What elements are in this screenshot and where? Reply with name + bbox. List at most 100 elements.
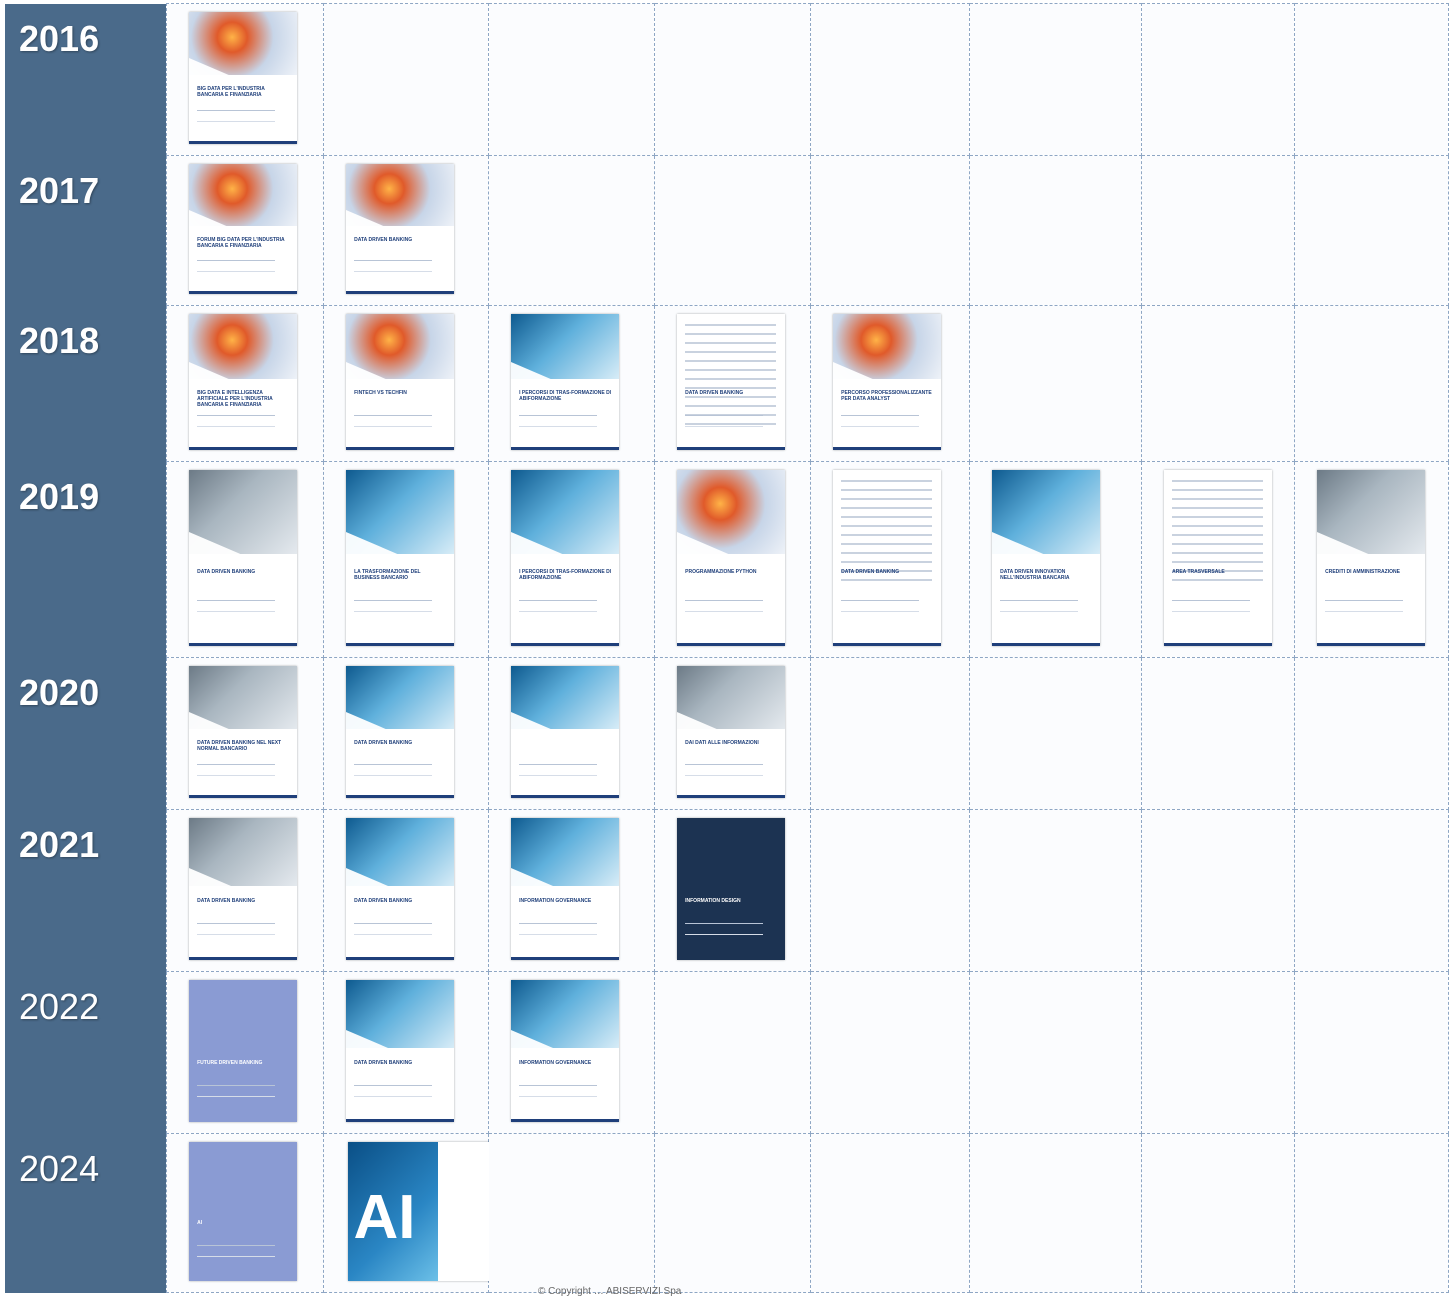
cover-text-lines bbox=[354, 923, 432, 936]
cover-cell bbox=[809, 3, 970, 156]
brochure-cover[interactable]: LA TRASFORMAZIONE DEL BUSINESS BANCARIO bbox=[345, 470, 454, 646]
brochure-cover[interactable]: I percorsi di Tras-Formazione di ABIForm… bbox=[510, 470, 619, 646]
cover-title: BIG DATA PER L'INDUSTRIA BANCARIA E FINA… bbox=[197, 85, 265, 98]
cover-cell: FORUM BIG DATA PER L'INDUSTRIA BANCARIA … bbox=[165, 155, 324, 306]
brochure-cover[interactable]: DATA DRIVEN BANKING bbox=[345, 666, 454, 798]
cover-title: DATA DRIVEN BANKING bbox=[354, 897, 413, 904]
text-line bbox=[841, 561, 932, 563]
brochure-cover[interactable]: DATA DRIVEN BANKING bbox=[188, 818, 297, 960]
text-line bbox=[1172, 552, 1263, 554]
text-line bbox=[685, 387, 776, 389]
year-row: 2019 DATA DRIVEN BANKING LA TRASFORMAZIONE… bbox=[5, 461, 1449, 658]
cover-cell: DATA DRIVEN BANKING bbox=[322, 657, 489, 810]
year-row: 2016 BIG DATA PER L'INDUSTRIA BANCARIA E … bbox=[5, 3, 1449, 156]
cover-cell bbox=[809, 1133, 970, 1293]
cover-text-lines bbox=[354, 260, 432, 273]
cover-base-bar bbox=[188, 643, 297, 646]
brochure-cover[interactable]: DATA DRIVEN BANKING bbox=[345, 164, 454, 294]
text-line bbox=[841, 552, 932, 554]
cover-cell: INFORMATION DESIGN bbox=[653, 809, 811, 972]
cover-cell bbox=[1140, 809, 1295, 972]
brochure-cover[interactable]: FUTURE DRIVEN BANKING bbox=[188, 980, 297, 1122]
cover-title: DATA DRIVEN BANKING bbox=[841, 568, 900, 575]
brochure-cover[interactable]: DATA DRIVEN BANKING bbox=[676, 314, 785, 450]
cover-cell: DATA DRIVEN BANKING bbox=[653, 305, 811, 462]
cover-cell bbox=[968, 3, 1142, 156]
year-label: 2016 bbox=[5, 3, 166, 156]
cover-cell bbox=[1293, 3, 1449, 156]
cover-text-lines bbox=[519, 1085, 597, 1098]
cover-text-lines bbox=[685, 600, 763, 613]
cover-title: I percorsi di Tras-Formazione di ABIForm… bbox=[519, 568, 612, 581]
year-label: 2022 bbox=[5, 971, 166, 1134]
cover-base-bar bbox=[188, 795, 297, 798]
brochure-cover[interactable]: BIG DATA E INTELLIGENZA ARTIFICIALE PER … bbox=[188, 314, 297, 450]
cover-text-lines bbox=[197, 414, 275, 427]
brochure-cover[interactable]: DATA DRIVEN BANKING bbox=[345, 980, 454, 1122]
brochure-cover[interactable]: DATA DRIVEN BANKING bbox=[188, 470, 297, 646]
brochure-cover[interactable]: Crediti di Amministrazione bbox=[1316, 470, 1425, 646]
cover-cell: FINTECH vs TECHFIN bbox=[322, 305, 489, 462]
text-line bbox=[685, 351, 776, 353]
brochure-cover[interactable]: DATA DRIVEN BANKING bbox=[832, 470, 941, 646]
cover-base-bar bbox=[345, 795, 454, 798]
brochure-cover[interactable]: INFORMATION DESIGN bbox=[676, 818, 785, 960]
triangle-decoration bbox=[188, 531, 259, 592]
cover-cell: AI bbox=[322, 1133, 528, 1293]
cover-base-bar bbox=[1163, 643, 1272, 646]
brochure-cover[interactable]: DATA DRIVEN BANKING bbox=[345, 818, 454, 960]
cover-base-bar bbox=[676, 643, 785, 646]
brochure-cover[interactable]: FINTECH vs TECHFIN bbox=[345, 314, 454, 450]
brochure-cover[interactable]: I percorsi di Tras-Formazione di ABIForm… bbox=[510, 314, 619, 450]
cover-cell: DATA DRIVEN INNOVATION NELL'INDUSTRIA BA… bbox=[968, 461, 1142, 658]
cover-base-bar bbox=[510, 643, 619, 646]
cover-text-lines bbox=[197, 1085, 275, 1098]
cover-cell bbox=[1293, 809, 1449, 972]
text-line bbox=[841, 498, 932, 500]
cover-cell bbox=[653, 3, 811, 156]
cover-cell bbox=[968, 657, 1142, 810]
year-row: 2021 DATA DRIVEN BANKING DATA DRIVEN BANKI… bbox=[5, 809, 1449, 972]
triangle-decoration bbox=[1316, 531, 1387, 592]
brochure-cover[interactable] bbox=[510, 666, 619, 798]
brochure-cover[interactable]: AREA TRASVERSALE bbox=[1163, 470, 1272, 646]
year-label: 2017 bbox=[5, 155, 166, 306]
triangle-decoration bbox=[676, 531, 747, 592]
cover-text-lines bbox=[197, 600, 275, 613]
triangle-decoration bbox=[991, 531, 1062, 592]
brochure-cover[interactable]: PROGRAMMAZIONE PYTHON bbox=[676, 470, 785, 646]
cover-cell: FUTURE DRIVEN BANKING bbox=[165, 971, 324, 1134]
year-row: 2018 BIG DATA E INTELLIGENZA ARTIFICIALE … bbox=[5, 305, 1449, 462]
brochure-cover[interactable]: INFORMATION GOVERNANCE bbox=[510, 980, 619, 1122]
cover-title: I percorsi di Tras-Formazione di ABIForm… bbox=[519, 390, 612, 403]
year-label: 2021 bbox=[5, 809, 166, 972]
cover-text-lines bbox=[354, 763, 432, 776]
cover-text-lines bbox=[197, 923, 275, 936]
cover-cell: PERCORSO PROFESSIONALIZZANTE PER DATA AN… bbox=[809, 305, 970, 462]
cover-cell bbox=[487, 155, 655, 306]
cover-cell: I percorsi di Tras-Formazione di ABIForm… bbox=[487, 305, 655, 462]
brochure-cover[interactable]: FORUM BIG DATA PER L'INDUSTRIA BANCARIA … bbox=[188, 164, 297, 294]
brochure-cover[interactable]: DAI DATI ALLE INFORMAZIONI bbox=[676, 666, 785, 798]
brochure-cover[interactable]: INFORMATION GOVERNANCE bbox=[510, 818, 619, 960]
cover-title: DATA DRIVEN BANKING bbox=[197, 568, 256, 575]
brochure-cover[interactable]: DATA DRIVEN BANKING NEL NEXT NORMAL BANC… bbox=[188, 666, 297, 798]
brochure-cover[interactable]: DATA DRIVEN INNOVATION NELL'INDUSTRIA BA… bbox=[991, 470, 1100, 646]
text-line bbox=[841, 480, 932, 482]
cover-base-bar bbox=[510, 957, 619, 960]
cover-cell: DATA DRIVEN BANKING bbox=[322, 809, 489, 972]
year-label: 2019 bbox=[5, 461, 166, 658]
cover-title: DATA DRIVEN BANKING bbox=[685, 390, 744, 397]
cover-cell: PROGRAMMAZIONE PYTHON bbox=[653, 461, 811, 658]
cover-text-lines bbox=[685, 414, 763, 427]
year-label: 2024 bbox=[5, 1133, 166, 1293]
year-row: 2024 AI AI bbox=[5, 1133, 1449, 1293]
cover-cell bbox=[1140, 1133, 1295, 1293]
brochure-cover[interactable]: PERCORSO PROFESSIONALIZZANTE PER DATA AN… bbox=[832, 314, 941, 450]
text-line bbox=[841, 579, 932, 581]
cover-cell bbox=[809, 809, 970, 972]
cover-text-lines bbox=[354, 1085, 432, 1098]
brochure-cover[interactable]: AI bbox=[188, 1142, 297, 1281]
brochure-cover[interactable]: BIG DATA PER L'INDUSTRIA BANCARIA E FINA… bbox=[188, 12, 297, 144]
cover-cell: DATA DRIVEN BANKING bbox=[165, 809, 324, 972]
